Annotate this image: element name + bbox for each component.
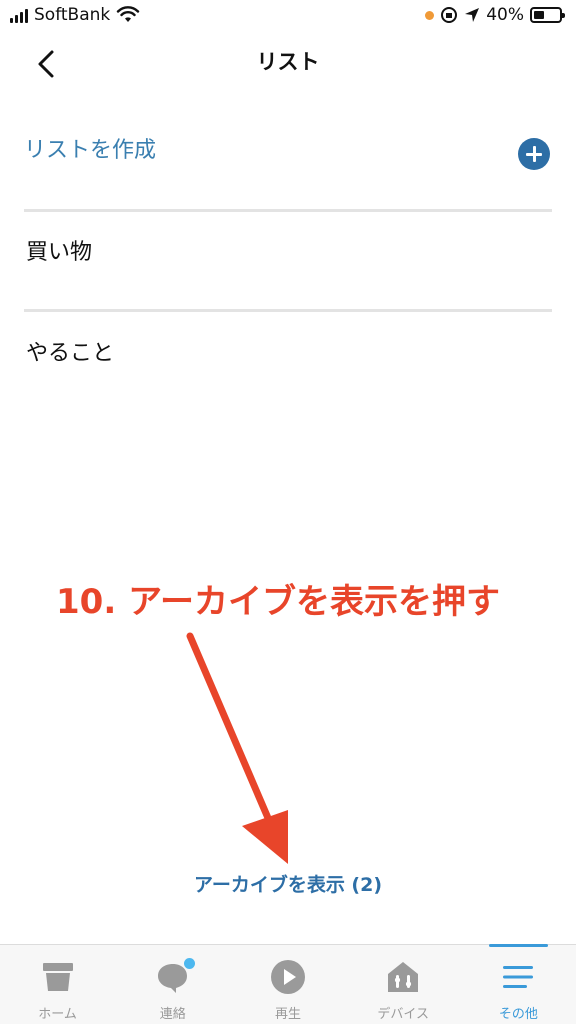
mic-in-use-indicator: [425, 10, 435, 20]
show-archive-link[interactable]: アーカイブを表示 (2): [0, 870, 576, 897]
battery-icon: [530, 7, 565, 23]
instruction-annotation: 10. アーカイブを表示を押す: [56, 582, 501, 622]
notification-badge: [183, 958, 195, 969]
tab-devices[interactable]: デバイス: [346, 945, 461, 1024]
play-icon: [268, 957, 308, 997]
create-list-row[interactable]: リストを作成: [24, 120, 552, 190]
tab-devices-label: デバイス: [377, 1007, 430, 1022]
smart-home-icon: [383, 957, 423, 997]
divider: [24, 209, 552, 212]
list-item-todo[interactable]: やること: [24, 315, 552, 395]
wifi-icon: [117, 6, 140, 22]
active-tab-indicator: [488, 944, 549, 947]
page-title: リスト: [256, 50, 320, 74]
signal-icon: [10, 7, 28, 23]
location-icon: [465, 8, 480, 22]
tab-bar: ホーム 連絡 再生 デバイス その他: [0, 944, 576, 1024]
header: リスト: [0, 36, 576, 86]
tab-communicate[interactable]: 連絡: [115, 945, 230, 1024]
list-item-label: やること: [26, 341, 115, 366]
tab-more[interactable]: その他: [461, 944, 576, 1024]
menu-icon: [498, 957, 538, 997]
tab-home[interactable]: ホーム: [0, 945, 115, 1024]
tab-play-label: 再生: [275, 1007, 302, 1022]
arrow-annotation-icon: [186, 632, 288, 864]
list-item-shopping[interactable]: 買い物: [24, 214, 552, 294]
create-list-label: リストを作成: [24, 138, 157, 163]
battery-percent: 40%: [486, 5, 524, 25]
carrier-name: SoftBank: [34, 5, 111, 25]
tab-communicate-label: 連絡: [159, 1007, 186, 1022]
add-list-button[interactable]: [518, 138, 550, 170]
chat-bubble-icon: [153, 957, 195, 997]
tab-more-label: その他: [498, 1007, 538, 1022]
orientation-lock-icon: [441, 7, 458, 23]
divider: [24, 309, 552, 312]
tab-play[interactable]: 再生: [230, 945, 345, 1024]
status-bar: SoftBank 40%: [0, 0, 576, 34]
list-item-label: 買い物: [26, 240, 93, 265]
tab-home-label: ホーム: [38, 1007, 77, 1022]
home-icon: [38, 957, 78, 997]
